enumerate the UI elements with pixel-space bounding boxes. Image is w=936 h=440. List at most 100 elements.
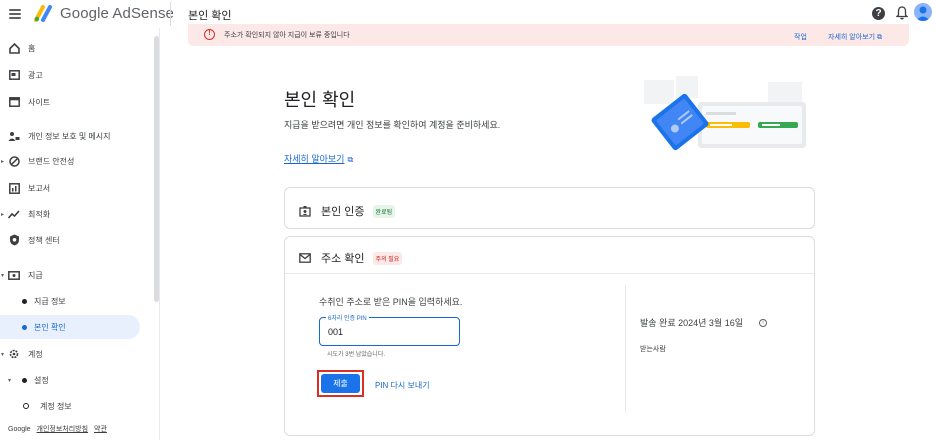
- learn-more-label: 자세히 알아보기: [284, 154, 345, 164]
- help-icon[interactable]: ?: [872, 7, 885, 20]
- ads-icon: [8, 69, 20, 81]
- pin-input-label: 6자리 인증 PIN: [326, 313, 369, 322]
- sidebar-nav: 홈 광고 사이트 개인 정보 보호 및 메시지 ▸ 브랜드 안전성 보고서 ▸: [0, 28, 160, 440]
- submit-button[interactable]: 제출: [321, 374, 360, 393]
- external-link-icon: ⧉: [347, 155, 354, 164]
- sidebar-item-label: 지급 정보: [34, 296, 66, 306]
- menu-icon-bar: [9, 13, 21, 15]
- sidebar-item-label: 설정: [34, 375, 49, 385]
- sidebar-item-identity-verification[interactable]: 본인 확인: [0, 315, 140, 339]
- brand-safety-icon: [8, 155, 20, 167]
- banner-message: 주소가 확인되지 않아 지급이 보류 중입니다: [224, 32, 350, 39]
- external-link-icon: ⧉: [876, 34, 882, 41]
- dot-icon: [18, 374, 30, 386]
- sidebar-item-label: 브랜드 안전성: [28, 156, 75, 166]
- identity-card-header: 본인 인증 완료됨: [299, 203, 396, 219]
- sites-icon: [8, 96, 20, 108]
- banner-action-button[interactable]: 작업: [794, 32, 807, 42]
- pin-sent-info: 발송 완료 2024년 3월 16일 i: [640, 316, 767, 329]
- vertical-divider: [625, 285, 626, 413]
- pin-input[interactable]: [328, 327, 448, 337]
- sidebar-item-label: 계정: [28, 349, 43, 359]
- sidebar-item-label: 사이트: [28, 97, 51, 107]
- identity-verification-card[interactable]: 본인 인증 완료됨: [284, 187, 815, 229]
- mail-icon: [299, 252, 311, 264]
- sidebar-item-payment-info[interactable]: 지급 정보: [0, 289, 152, 313]
- sidebar-item-privacy[interactable]: 개인 정보 보호 및 메시지: [0, 124, 152, 148]
- app-name: Google AdSense: [60, 4, 174, 22]
- adsense-logo-icon: [34, 5, 52, 22]
- sidebar-item-policy-center[interactable]: 정책 센터: [0, 228, 152, 252]
- resend-pin-button[interactable]: PIN 다시 보내기: [375, 380, 430, 391]
- header-page-title: 본인 확인: [188, 10, 232, 22]
- address-card-title: 주소 확인: [321, 253, 365, 265]
- payments-icon: [8, 269, 20, 281]
- pin-sent-date: 발송 완료 2024년 3월 16일: [640, 318, 743, 328]
- sidebar-item-reports[interactable]: 보고서: [0, 176, 152, 200]
- ring-icon: [20, 400, 32, 412]
- sidebar-item-home[interactable]: 홈: [0, 36, 152, 60]
- sidebar-item-account-info[interactable]: 계정 정보: [0, 394, 152, 418]
- avatar-icon: [916, 6, 930, 21]
- sidebar-item-ads[interactable]: 광고: [0, 63, 152, 87]
- learn-more-link[interactable]: 자세히 알아보기 ⧉: [284, 152, 353, 165]
- sidebar-item-sites[interactable]: 사이트: [0, 90, 152, 114]
- sidebar-item-label: 홈: [28, 43, 36, 53]
- sidebar-item-label: 정책 센터: [28, 235, 60, 245]
- menu-icon-bar: [9, 17, 21, 19]
- card-divider: [285, 273, 814, 274]
- sidebar-scrollbar[interactable]: [154, 36, 159, 302]
- dot-icon: [18, 321, 30, 333]
- page-title: 본인 확인: [284, 90, 356, 110]
- address-card-header[interactable]: 주소 확인 주의 필요: [299, 250, 403, 266]
- status-badge-complete: 완료됨: [372, 204, 396, 218]
- sidebar-item-label: 최적화: [28, 209, 51, 219]
- info-icon[interactable]: i: [759, 318, 767, 327]
- page-description: 지급을 받으려면 개인 정보를 확인하여 계정을 준비하세요.: [284, 120, 501, 130]
- main-menu-button[interactable]: [8, 7, 22, 21]
- address-verification-card: 주소 확인 주의 필요 수취인 주소로 받은 PIN을 입력하세요. 6자리 인…: [284, 236, 815, 436]
- footer-brand: Google: [8, 426, 31, 433]
- pin-attempts-helper: 시도가 3번 남았습니다.: [327, 352, 386, 358]
- identity-illustration: [644, 76, 806, 151]
- policy-center-icon: [8, 234, 20, 246]
- error-icon: !: [204, 29, 215, 40]
- home-icon: [8, 42, 20, 54]
- bell-icon[interactable]: [896, 6, 908, 20]
- sidebar-item-label: 본인 확인: [34, 322, 66, 332]
- reports-icon: [8, 182, 20, 194]
- collapse-caret-icon: ▾: [1, 351, 5, 358]
- identity-card-title: 본인 인증: [321, 206, 365, 218]
- pin-input-field[interactable]: 6자리 인증 PIN: [319, 313, 460, 346]
- expand-caret-icon: ▸: [1, 158, 5, 165]
- id-badge-icon: [299, 205, 311, 217]
- payment-hold-banner: ! 주소가 확인되지 않아 지급이 보류 중입니다 작업 자세히 알아보기 ⧉: [188, 24, 909, 46]
- recipient-label: 받는사람: [640, 346, 666, 353]
- menu-icon-bar: [9, 9, 21, 11]
- privacy-policy-link[interactable]: 개인정보처리방침: [37, 426, 89, 433]
- sidebar-item-label: 보고서: [28, 183, 51, 193]
- sidebar-footer: Google 개인정보처리방침 약관: [8, 424, 107, 434]
- sidebar-item-label: 광고: [28, 70, 43, 80]
- dot-icon: [18, 295, 30, 307]
- collapse-caret-icon: ▾: [1, 272, 5, 279]
- banner-learn-more-label: 자세히 알아보기: [828, 34, 876, 41]
- sidebar-item-optimization[interactable]: ▸ 최적화: [0, 202, 152, 226]
- privacy-icon: [8, 130, 20, 142]
- expand-caret-icon: ▸: [1, 211, 5, 218]
- adsense-logo[interactable]: Google AdSense: [34, 4, 174, 22]
- sidebar-item-label: 지급: [28, 270, 43, 280]
- sidebar-item-settings[interactable]: ▾ 설정: [0, 368, 152, 392]
- sidebar-item-label: 계정 정보: [40, 401, 72, 411]
- account-avatar[interactable]: [914, 3, 932, 21]
- collapse-caret-icon: ▾: [8, 377, 12, 384]
- terms-link[interactable]: 약관: [94, 426, 107, 433]
- sidebar-item-brand-safety[interactable]: ▸ 브랜드 안전성: [0, 149, 152, 173]
- banner-learn-more-link[interactable]: 자세히 알아보기 ⧉: [828, 32, 882, 42]
- sidebar-item-payments[interactable]: ▾ 지급: [0, 263, 152, 287]
- status-badge-attention: 주의 필요: [372, 251, 403, 265]
- sidebar-item-label: 개인 정보 보호 및 메시지: [28, 131, 111, 141]
- optimization-icon: [8, 208, 20, 220]
- pin-prompt: 수취인 주소로 받은 PIN을 입력하세요.: [319, 297, 463, 307]
- sidebar-item-account[interactable]: ▾ 계정: [0, 342, 152, 366]
